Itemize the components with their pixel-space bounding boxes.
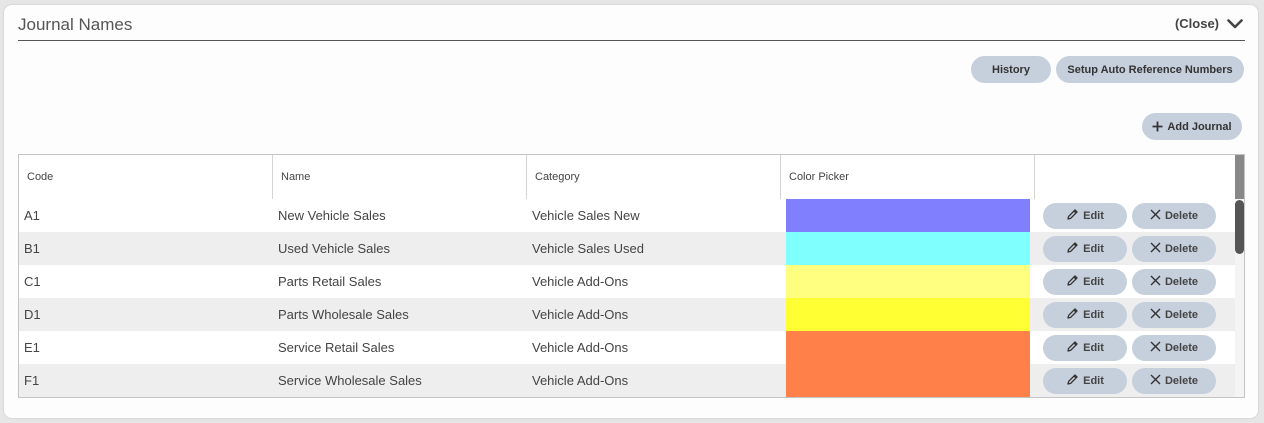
- edit-button[interactable]: Edit: [1043, 269, 1127, 295]
- delete-button[interactable]: Delete: [1132, 368, 1216, 394]
- category-cell: Vehicle Add-Ons: [532, 340, 629, 355]
- code-cell: A1: [24, 208, 40, 223]
- column-header-color-picker[interactable]: Color Picker: [781, 155, 1035, 199]
- pencil-icon: [1066, 307, 1079, 323]
- pencil-icon: [1066, 373, 1079, 389]
- edit-button[interactable]: Edit: [1043, 302, 1127, 328]
- edit-label: Edit: [1083, 375, 1104, 387]
- color-swatch[interactable]: [786, 331, 1030, 364]
- panel-header: Journal Names (Close): [18, 5, 1245, 41]
- color-swatch[interactable]: [786, 364, 1030, 397]
- close-label: (Close): [1174, 16, 1219, 31]
- pencil-icon: [1066, 340, 1079, 356]
- delete-label: Delete: [1164, 243, 1199, 255]
- delete-label: Delete: [1164, 276, 1199, 288]
- code-cell: D1: [24, 307, 41, 322]
- edit-label: Edit: [1083, 309, 1104, 321]
- edit-label: Edit: [1083, 243, 1104, 255]
- edit-button[interactable]: Edit: [1043, 368, 1127, 394]
- edit-label: Edit: [1083, 276, 1104, 288]
- edit-button[interactable]: Edit: [1043, 203, 1127, 229]
- pencil-icon: [1066, 241, 1079, 257]
- table-row[interactable]: C1 Parts Retail Sales Vehicle Add-Ons Edit D…: [19, 265, 1235, 298]
- delete-label: Delete: [1164, 375, 1199, 387]
- name-cell: New Vehicle Sales: [278, 208, 386, 223]
- close-toggle[interactable]: (Close): [1175, 16, 1243, 31]
- history-button[interactable]: History: [971, 56, 1051, 83]
- page-title: Journal Names: [18, 15, 133, 34]
- column-header-category[interactable]: Category: [527, 155, 781, 199]
- color-swatch[interactable]: [786, 298, 1030, 331]
- code-cell: C1: [24, 274, 41, 289]
- table-header: Code Name Category Color Picker: [19, 155, 1235, 200]
- category-cell: Vehicle Sales Used: [532, 241, 645, 256]
- delete-button[interactable]: Delete: [1132, 203, 1216, 229]
- delete-button[interactable]: Delete: [1132, 269, 1216, 295]
- edit-label: Edit: [1083, 342, 1104, 354]
- setup-auto-reference-numbers-button[interactable]: Setup Auto Reference Numbers: [1056, 56, 1244, 83]
- table-row[interactable]: D1 Parts Wholesale Sales Vehicle Add-Ons Ed…: [19, 298, 1235, 331]
- plus-icon: [1152, 121, 1163, 132]
- name-cell: Parts Wholesale Sales: [278, 307, 409, 322]
- x-icon: [1150, 308, 1161, 322]
- table-row[interactable]: F1 Service Wholesale Sales Vehicle Add-Ons…: [19, 364, 1235, 397]
- code-cell: B1: [24, 241, 40, 256]
- table-scrollbar[interactable]: [1235, 155, 1244, 397]
- name-cell: Service Retail Sales: [278, 340, 395, 355]
- table-row[interactable]: A1 New Vehicle Sales Vehicle Sales New Edit…: [19, 199, 1235, 232]
- scrollbar-thumb[interactable]: [1235, 200, 1244, 254]
- delete-button[interactable]: Delete: [1132, 302, 1216, 328]
- edit-button[interactable]: Edit: [1043, 236, 1127, 262]
- edit-button[interactable]: Edit: [1043, 335, 1127, 361]
- delete-label: Delete: [1164, 309, 1199, 321]
- delete-button[interactable]: Delete: [1132, 335, 1216, 361]
- x-icon: [1150, 374, 1161, 388]
- journal-names-panel: Journal Names (Close) History Setup Auto…: [4, 5, 1258, 418]
- color-swatch[interactable]: [786, 199, 1030, 232]
- chevron-down-icon: [1227, 18, 1243, 29]
- code-cell: F1: [24, 373, 40, 388]
- delete-button[interactable]: Delete: [1132, 236, 1216, 262]
- category-cell: Vehicle Add-Ons: [532, 274, 629, 289]
- delete-label: Delete: [1164, 210, 1199, 222]
- color-swatch[interactable]: [786, 232, 1030, 265]
- category-cell: Vehicle Add-Ons: [532, 307, 629, 322]
- x-icon: [1150, 242, 1161, 256]
- history-button-label: History: [992, 63, 1030, 76]
- add-journal-label: Add Journal: [1167, 120, 1232, 133]
- column-header-code[interactable]: Code: [19, 155, 273, 199]
- name-cell: Used Vehicle Sales: [278, 241, 391, 256]
- pencil-icon: [1066, 274, 1079, 290]
- setup-button-label: Setup Auto Reference Numbers: [1067, 63, 1233, 76]
- x-icon: [1150, 275, 1161, 289]
- journal-table: Code Name Category Color Picker A1 New Ve…: [18, 154, 1245, 398]
- code-cell: E1: [24, 340, 40, 355]
- name-cell: Service Wholesale Sales: [278, 373, 422, 388]
- column-header-name[interactable]: Name: [273, 155, 527, 199]
- scrollbar-top: [1235, 155, 1244, 199]
- column-header-actions: [1035, 155, 1235, 199]
- table-row[interactable]: E1 Service Retail Sales Vehicle Add-Ons Edi…: [19, 331, 1235, 364]
- delete-label: Delete: [1164, 342, 1199, 354]
- pencil-icon: [1066, 208, 1079, 224]
- x-icon: [1150, 209, 1161, 223]
- add-journal-button[interactable]: Add Journal: [1142, 113, 1242, 140]
- color-swatch[interactable]: [786, 265, 1030, 298]
- category-cell: Vehicle Sales New: [532, 208, 640, 223]
- edit-label: Edit: [1083, 210, 1104, 222]
- x-icon: [1150, 341, 1161, 355]
- name-cell: Parts Retail Sales: [278, 274, 382, 289]
- table-row[interactable]: B1 Used Vehicle Sales Vehicle Sales Used Ed…: [19, 232, 1235, 265]
- category-cell: Vehicle Add-Ons: [532, 373, 629, 388]
